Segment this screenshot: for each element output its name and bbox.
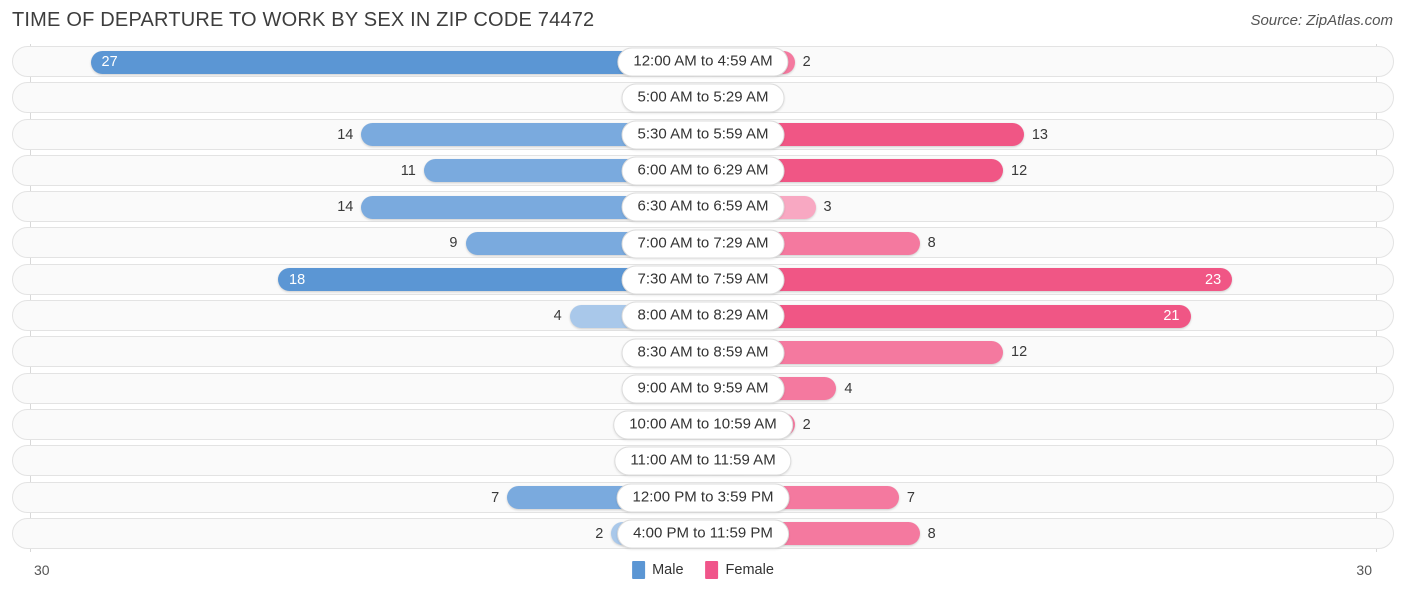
legend: Male Female — [632, 561, 774, 579]
female-value-label: 8 — [927, 235, 936, 252]
female-value-label: 4 — [844, 380, 853, 397]
bar-row: 11 12 6:00 AM to 6:29 AM — [0, 153, 1406, 189]
female-half: 12 — [703, 159, 1378, 183]
male-half: 0 — [28, 86, 703, 110]
bar-row: 9 8 7:00 AM to 7:29 AM — [0, 225, 1406, 261]
female-value-label: 2 — [802, 54, 811, 70]
male-bar[interactable]: 27 — [90, 50, 703, 74]
female-half: 8 — [703, 231, 1378, 255]
male-half: 0 — [28, 377, 703, 401]
category-label-pill: 12:00 AM to 4:59 AM — [617, 47, 789, 77]
female-half: 7 — [703, 486, 1378, 510]
category-label-pill: 8:30 AM to 8:59 AM — [621, 338, 785, 368]
female-half: 0 — [703, 86, 1378, 110]
chart-header: TIME OF DEPARTURE TO WORK BY SEX IN ZIP … — [0, 0, 1406, 40]
female-half: 0 — [703, 449, 1378, 473]
male-value-label: 7 — [491, 489, 500, 506]
female-value-label: 7 — [906, 489, 915, 506]
axis-label-left: 30 — [34, 562, 50, 578]
legend-label-female: Female — [725, 562, 774, 578]
page-title: TIME OF DEPARTURE TO WORK BY SEX IN ZIP … — [12, 9, 595, 31]
male-half: 14 — [28, 195, 703, 219]
female-half: 23 — [703, 268, 1378, 292]
male-half: 27 — [28, 50, 703, 74]
category-label-pill: 5:30 AM to 5:59 AM — [621, 120, 785, 150]
male-half: 14 — [28, 123, 703, 147]
female-value-label: 12 — [1011, 162, 1028, 179]
axis-label-right: 30 — [1356, 562, 1372, 578]
bar-rows-container: 27212:00 AM to 4:59 AM005:00 AM to 5:29 … — [0, 44, 1406, 552]
category-label-pill: 9:00 AM to 9:59 AM — [621, 374, 785, 404]
male-half: 4 — [28, 304, 703, 328]
male-value-label: 9 — [449, 235, 458, 252]
legend-swatch-male-icon — [632, 561, 646, 579]
bar-row: 0011:00 AM to 11:59 AM — [0, 443, 1406, 479]
female-half: 12 — [703, 340, 1378, 364]
male-half: 9 — [28, 231, 703, 255]
female-half: 4 — [703, 377, 1378, 401]
male-value-label: 27 — [101, 54, 118, 70]
male-value-label: 4 — [553, 308, 562, 325]
male-half: 0 — [28, 413, 703, 437]
category-label-pill: 6:30 AM to 6:59 AM — [621, 192, 785, 222]
bar-row: 2 8 4:00 PM to 11:59 PM — [0, 516, 1406, 552]
category-label-pill: 11:00 AM to 11:59 AM — [614, 446, 792, 476]
female-half: 2 — [703, 413, 1378, 437]
category-label-pill: 12:00 PM to 3:59 PM — [616, 483, 790, 513]
bar-row: 4 21 8:00 AM to 8:29 AM — [0, 298, 1406, 334]
legend-swatch-female-icon — [705, 561, 719, 579]
bar-row: 27 2 12:00 AM to 4:59 AM — [0, 44, 1406, 80]
bar-row: 0 4 9:00 AM to 9:59 AM — [0, 371, 1406, 407]
bar-row: 18 23 7:30 AM to 7:59 AM — [0, 262, 1406, 298]
male-half: 0 — [28, 340, 703, 364]
female-value-label: 2 — [802, 416, 811, 433]
female-half: 21 — [703, 304, 1378, 328]
category-label-pill: 4:00 PM to 11:59 PM — [617, 519, 789, 549]
female-value-label: 13 — [1031, 126, 1048, 143]
male-value-label: 14 — [337, 126, 354, 143]
category-label-pill: 6:00 AM to 6:29 AM — [621, 156, 785, 186]
bar-row: 005:00 AM to 5:29 AM — [0, 80, 1406, 116]
male-half: 7 — [28, 486, 703, 510]
female-half: 13 — [703, 123, 1378, 147]
legend-item-male[interactable]: Male — [632, 561, 684, 579]
category-label-pill: 8:00 AM to 8:29 AM — [621, 301, 785, 331]
chart-plot-area: 27212:00 AM to 4:59 AM005:00 AM to 5:29 … — [0, 44, 1406, 552]
source-attribution: Source: ZipAtlas.com — [1250, 12, 1393, 29]
bar-row: 7 7 12:00 PM to 3:59 PM — [0, 480, 1406, 516]
female-value-label: 23 — [1205, 271, 1222, 288]
male-half: 18 — [28, 268, 703, 292]
bar-row: 14 3 6:30 AM to 6:59 AM — [0, 189, 1406, 225]
female-half: 8 — [703, 522, 1378, 546]
bar-row: 0 12 8:30 AM to 8:59 AM — [0, 334, 1406, 370]
bar-row: 14 13 5:30 AM to 5:59 AM — [0, 117, 1406, 153]
bar-row: 0 2 10:00 AM to 10:59 AM — [0, 407, 1406, 443]
male-value-label: 18 — [289, 271, 306, 288]
legend-item-female[interactable]: Female — [705, 561, 774, 579]
category-label-pill: 7:30 AM to 7:59 AM — [621, 265, 785, 295]
legend-label-male: Male — [652, 562, 684, 578]
male-half: 0 — [28, 449, 703, 473]
chart-footer: 30 30 Male Female — [0, 552, 1406, 594]
category-label-pill: 7:00 AM to 7:29 AM — [621, 229, 785, 259]
category-label-pill: 5:00 AM to 5:29 AM — [621, 83, 785, 113]
female-half: 2 — [703, 50, 1378, 74]
female-half: 3 — [703, 195, 1378, 219]
male-value-label: 11 — [400, 162, 416, 179]
male-value-label: 14 — [337, 199, 354, 216]
female-value-label: 21 — [1163, 308, 1180, 325]
female-value-label: 8 — [927, 525, 936, 542]
male-value-label: 2 — [595, 525, 604, 542]
male-half: 11 — [28, 159, 703, 183]
category-label-pill: 10:00 AM to 10:59 AM — [613, 410, 793, 440]
female-value-label: 3 — [823, 199, 832, 216]
female-value-label: 12 — [1011, 344, 1028, 361]
male-half: 2 — [28, 522, 703, 546]
